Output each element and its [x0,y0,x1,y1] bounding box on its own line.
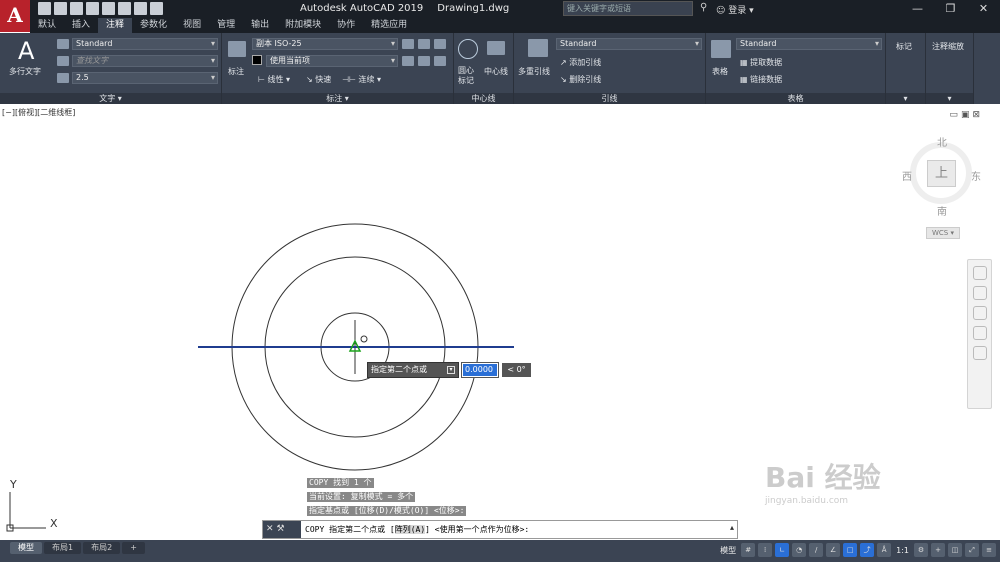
command-line-tools: ✕⚒ [263,521,301,538]
fullscreen-icon[interactable]: ⤢ [965,543,979,557]
dynamic-input-icon[interactable]: ⤴ [860,543,875,557]
status-bar: 模型 布局1 布局2 + 模型 # ⁞ ∟ ◔ / ∠ □ ⤴ Å 1:1 ⚙ … [0,540,1000,562]
polar-icon[interactable]: ◔ [792,543,807,557]
command-prompt: COPY 指定第二个点或 [阵列(A)] <使用第一个点作为位移>: [305,525,530,534]
command-history-toggle[interactable]: ▴ [730,523,734,532]
customize-icon[interactable]: ≡ [982,543,996,557]
close-icon[interactable]: ✕ [266,524,277,534]
down-arrow-icon[interactable]: ▾ [447,366,455,374]
layout-tab-2[interactable]: 布局2 [83,542,121,554]
ucs-x-label: X [50,517,58,530]
array-option[interactable]: 阵列(A) [394,525,426,534]
command-history-line: 指定基点或 [位移(D)/模式(O)] <位移>: [307,506,467,516]
command-history-line: COPY 找到 1 个 [307,478,374,488]
isodraft-icon[interactable]: / [809,543,824,557]
snap-icon[interactable]: ⁞ [758,543,773,557]
model-space-button[interactable]: 模型 [718,545,738,556]
layout-tabs: 模型 布局1 布局2 + [10,542,145,554]
status-tools: 模型 # ⁞ ∟ ◔ / ∠ □ ⤴ Å 1:1 ⚙ + ◫ ⤢ ≡ [718,543,996,557]
annotation-scale-button[interactable]: 1:1 [894,546,911,555]
layout-tab-1[interactable]: 布局1 [44,542,82,554]
dynamic-input-prompt: 指定第二个点或 ▾ [367,362,459,378]
command-line[interactable]: ✕⚒ COPY 指定第二个点或 [阵列(A)] <使用第一个点作为位移>: ▴ [262,520,738,539]
object-snap-icon[interactable]: □ [843,543,858,557]
ucs-y-label: Y [9,478,17,491]
annotation-visibility-icon[interactable]: Å [877,543,892,557]
watermark: Bai 经验 [765,461,881,494]
ortho-icon[interactable]: ∟ [775,543,790,557]
grid-icon[interactable]: # [741,543,756,557]
layout-tab-model[interactable]: 模型 [10,542,42,554]
add-layout-button[interactable]: + [122,542,145,554]
dynamic-input-field[interactable]: 0.0000 [461,362,499,378]
plus-icon[interactable]: + [931,543,945,557]
ucs-icon[interactable] [6,492,46,532]
watermark-url: jingyan.baidu.com [765,496,849,506]
isolate-icon[interactable]: ◫ [948,543,962,557]
cursor-pickbox [360,335,368,343]
workspace-gear-icon[interactable]: ⚙ [914,543,928,557]
angle-display: < 0° [502,363,531,377]
object-snap-tracking-icon[interactable]: ∠ [826,543,841,557]
command-history-line: 当前设置: 复制模式 = 多个 [307,492,416,502]
wrench-icon[interactable]: ⚒ [277,524,288,534]
